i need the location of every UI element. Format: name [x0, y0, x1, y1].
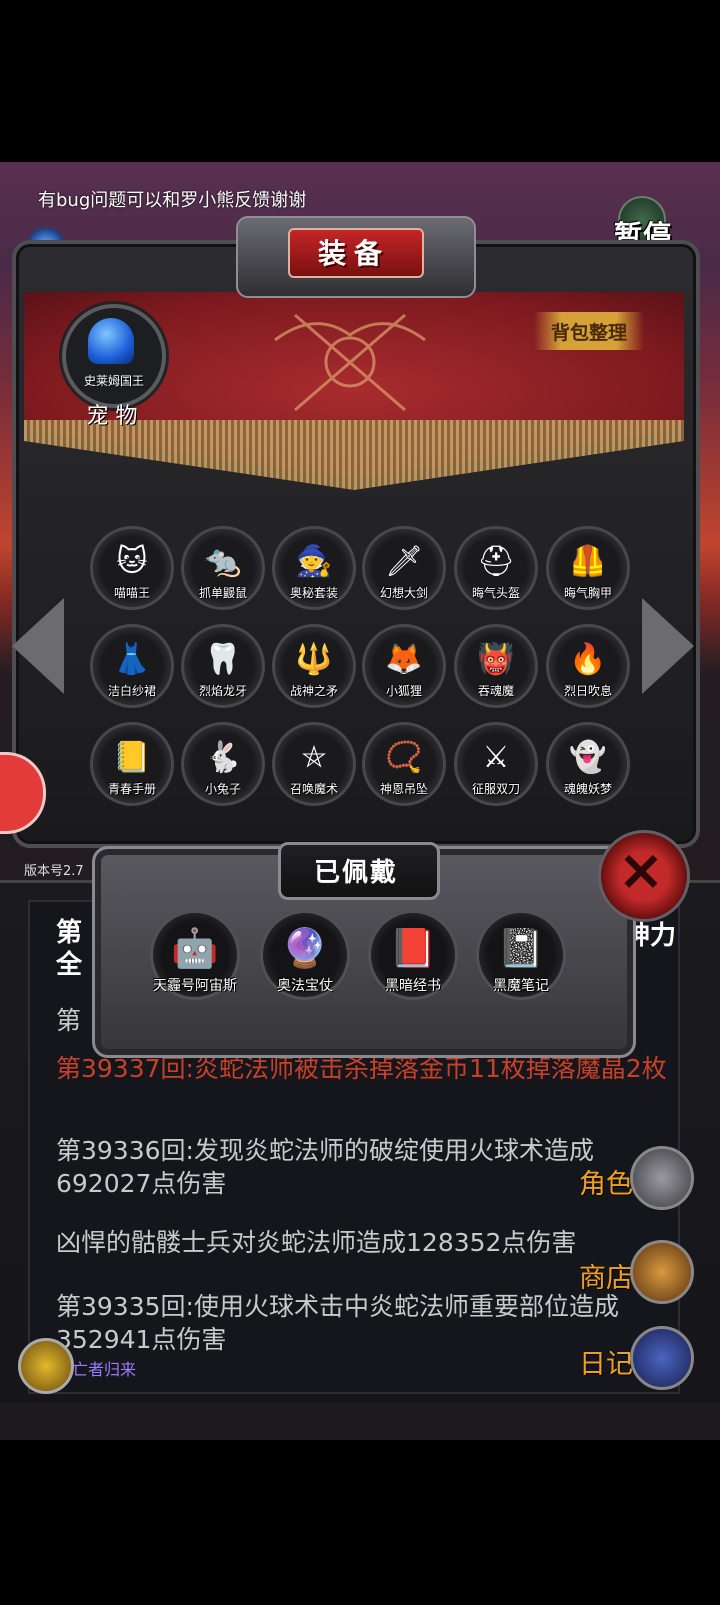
item-label: 小兔子 — [204, 782, 241, 796]
notice-text: 有bug问题可以和罗小熊反馈谢谢 — [38, 190, 307, 211]
panel-title: 装备 — [317, 237, 390, 270]
inventory-slot[interactable]: 📿 神恩吊坠 — [362, 722, 446, 806]
item-icon: ⚔ — [482, 739, 510, 775]
item-icon: 🔱 — [295, 641, 333, 677]
equipped-item-label: 黑魔笔记 — [493, 978, 549, 994]
item-icon: 📿 — [385, 739, 423, 775]
inventory-slot[interactable]: 🔥 烈日吹息 — [546, 624, 630, 708]
character-icon — [630, 1146, 694, 1210]
undead-label[interactable]: 亡者归来 — [72, 1356, 136, 1380]
equipped-slot[interactable]: 📓 黑魔笔记 — [476, 910, 566, 1000]
inventory-slot[interactable]: 🐇 小兔子 — [181, 722, 265, 806]
item-label: 烈焰龙牙 — [198, 684, 247, 698]
arrow-left-icon[interactable] — [12, 598, 64, 694]
inventory-slot[interactable]: ⚔ 征服双刀 — [454, 722, 538, 806]
diary-button-label: 日记 — [579, 1349, 633, 1380]
shop-icon — [630, 1240, 694, 1304]
item-icon: 👻 — [569, 739, 607, 775]
item-icon: 📒 — [113, 739, 151, 775]
version-label: 版本号2.7 — [24, 864, 84, 879]
inventory-slot[interactable]: 🦊 小狐狸 — [362, 624, 446, 708]
diary-button[interactable]: 日记 — [576, 1326, 716, 1390]
item-icon: ⛤ — [302, 739, 326, 775]
item-label: 小狐狸 — [385, 684, 422, 698]
slime-king-icon — [88, 318, 134, 364]
item-icon: 🦺 — [569, 543, 607, 579]
item-label: 青春手册 — [107, 782, 156, 796]
equipped-item-label: 黑暗经书 — [385, 978, 441, 994]
inventory-slot[interactable]: 🗡 幻想大剑 — [362, 526, 446, 610]
item-icon: 👹 — [477, 641, 515, 677]
item-icon: 🐱 — [116, 543, 148, 579]
item-label: 幻想大剑 — [379, 586, 428, 600]
item-icon: 🐇 — [204, 739, 242, 775]
item-icon: 🦷 — [204, 641, 242, 677]
item-label: 神恩吊坠 — [379, 782, 428, 796]
pet-name: 史莱姆国王 — [83, 374, 144, 388]
inventory-slot[interactable]: 👻 魂魄妖梦 — [546, 722, 630, 806]
inventory-slot[interactable]: 🐀 抓单鼹鼠 — [181, 526, 265, 610]
item-label: 喵喵王 — [113, 586, 150, 600]
equipped-item-icon: 🤖 — [171, 926, 219, 971]
item-label: 魂魄妖梦 — [563, 782, 612, 796]
item-icon: 👗 — [113, 641, 151, 677]
item-label: 烈日吹息 — [563, 684, 612, 698]
equipped-item-icon: 📓 — [497, 926, 545, 971]
item-label: 征服双刀 — [471, 782, 520, 796]
equipped-slot[interactable]: 🤖 天霾号阿宙斯 — [150, 910, 240, 1000]
item-label: 抓单鼹鼠 — [198, 586, 247, 600]
pet-label: 宠 物 — [86, 404, 138, 429]
inventory-slot[interactable]: 🔱 战神之矛 — [272, 624, 356, 708]
item-label: 战神之矛 — [289, 684, 338, 698]
close-icon[interactable]: × — [598, 838, 684, 903]
inventory-slot[interactable]: 🦺 晦气胸甲 — [546, 526, 630, 610]
item-icon: 🐀 — [204, 543, 242, 579]
item-icon: 🧙 — [295, 543, 333, 579]
inventory-slot[interactable]: 🐱 喵喵王 — [90, 526, 174, 610]
item-icon: ⛑ — [476, 543, 516, 579]
equipped-slot[interactable]: 🔮 奥法宝仗 — [260, 910, 350, 1000]
shop-button[interactable]: 商店 — [576, 1240, 716, 1304]
inventory-slot[interactable]: ⛤ 召唤魔术 — [272, 722, 356, 806]
shop-button-label: 商店 — [579, 1263, 633, 1294]
equipped-item-label: 奥法宝仗 — [277, 978, 333, 994]
inventory-slot[interactable]: 👗 洁白纱裙 — [90, 624, 174, 708]
item-label: 洁白纱裙 — [107, 684, 156, 698]
equipped-item-icon: 📕 — [389, 926, 437, 971]
equipped-title: 已佩戴 — [313, 858, 398, 888]
item-icon: 🦊 — [385, 641, 423, 677]
inventory-slot[interactable]: 📒 青春手册 — [90, 722, 174, 806]
sort-bag-label[interactable]: 背包整理 — [534, 318, 644, 345]
equipped-slot[interactable]: 📕 黑暗经书 — [368, 910, 458, 1000]
item-icon: 🗡 — [384, 543, 424, 579]
item-label: 吞魂魔 — [477, 684, 514, 698]
item-label: 奥秘套装 — [289, 586, 338, 600]
crossed-swords-emblem-icon — [274, 313, 426, 412]
inventory-slot[interactable]: 👹 吞魂魔 — [454, 624, 538, 708]
character-button[interactable]: 角色 — [576, 1146, 716, 1210]
undead-icon[interactable] — [18, 1338, 74, 1394]
inventory-slot[interactable]: 🦷 烈焰龙牙 — [181, 624, 265, 708]
item-label: 召唤魔术 — [289, 782, 338, 796]
log-header-fragment: 全 — [56, 950, 83, 980]
equipped-item-icon: 🔮 — [281, 926, 329, 971]
item-label: 晦气胸甲 — [563, 586, 612, 600]
item-icon: 🔥 — [569, 641, 607, 677]
inventory-slot[interactable]: 🧙 奥秘套装 — [272, 526, 356, 610]
diary-icon — [630, 1326, 694, 1390]
character-button-label: 角色 — [579, 1169, 633, 1200]
inventory-slot[interactable]: ⛑ 晦气头盔 — [454, 526, 538, 610]
item-label: 晦气头盔 — [471, 586, 520, 600]
equipped-item-label: 天霾号阿宙斯 — [153, 978, 237, 994]
arrow-right-icon[interactable] — [642, 598, 694, 694]
